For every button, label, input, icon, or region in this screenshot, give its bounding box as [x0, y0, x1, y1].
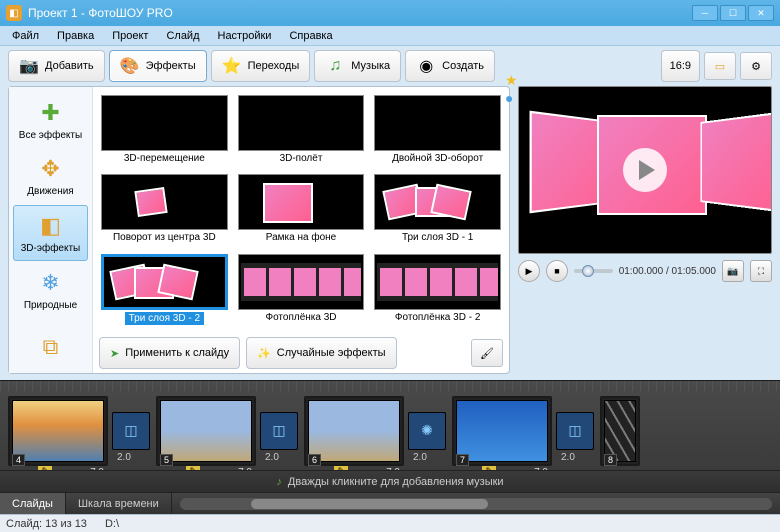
category-3d[interactable]: ◧3D-эффекты: [13, 205, 88, 261]
effect-item-selected[interactable]: Три слоя 3D - 2: [101, 254, 228, 331]
maximize-button[interactable]: ☐: [720, 5, 746, 21]
fullscreen-button[interactable]: ⛶: [750, 260, 772, 282]
globe-icon[interactable]: ●: [505, 90, 513, 106]
category-motion[interactable]: ✥Движения: [13, 149, 88, 203]
cube-icon: ◧: [37, 212, 65, 240]
slide-card[interactable]: 5✎7.0: [156, 396, 256, 466]
effect-item[interactable]: Фотоплёнка 3D: [238, 254, 365, 331]
status-slide: Слайд: 13 из 13: [6, 518, 87, 530]
app-icon: ◧: [6, 5, 22, 21]
tab-timescale[interactable]: Шкала времени: [66, 493, 172, 514]
slide-card[interactable]: 6✎7.0: [304, 396, 404, 466]
menu-help[interactable]: Справка: [281, 28, 340, 44]
effects-panel: ✚Все эффекты ✥Движения ◧3D-эффекты ❄Прир…: [8, 86, 510, 374]
play-button[interactable]: ▶: [518, 260, 540, 282]
seek-slider[interactable]: [574, 269, 613, 273]
category-collage[interactable]: ⧉: [13, 327, 88, 367]
effect-item[interactable]: Фотоплёнка 3D - 2: [374, 254, 501, 331]
category-nature[interactable]: ❄Природные: [13, 263, 88, 317]
statusbar: Слайд: 13 из 13 D:\: [0, 514, 780, 532]
music-note-icon: ♪: [276, 476, 282, 488]
edit-icon[interactable]: ✎: [38, 466, 52, 471]
slide-card[interactable]: 8: [600, 396, 640, 466]
check-icon: ➤: [110, 347, 119, 360]
sun-icon: ▭: [715, 60, 725, 73]
display-mode-button[interactable]: ▭: [704, 52, 736, 80]
close-button[interactable]: ✕: [748, 5, 774, 21]
gear-icon: ⚙: [751, 60, 761, 73]
play-overlay-icon: [623, 148, 667, 192]
snapshot-button[interactable]: 📷: [722, 260, 744, 282]
status-path: D:\: [105, 518, 119, 530]
camera-icon: 📷: [19, 56, 39, 76]
create-button[interactable]: ◉Создать: [405, 50, 495, 82]
category-all[interactable]: ✚Все эффекты: [13, 93, 88, 147]
timeline-track[interactable]: 4✎7.0 ◫2.0 5✎7.0 ◫2.0 6✎7.0 ✺2.0 7✎7.0 ◫…: [0, 391, 780, 470]
titlebar: ◧ Проект 1 - ФотоШОУ PRO ─ ☐ ✕: [0, 0, 780, 26]
slide-card[interactable]: 7✎7.0: [452, 396, 552, 466]
transition-card[interactable]: ◫2.0: [112, 412, 150, 450]
random-button[interactable]: ✨Случайные эффекты: [246, 337, 396, 369]
transition-card[interactable]: ◫2.0: [556, 412, 594, 450]
effects-tab[interactable]: 🎨Эффекты: [109, 50, 207, 82]
timeline: 4✎7.0 ◫2.0 5✎7.0 ◫2.0 6✎7.0 ✺2.0 7✎7.0 ◫…: [0, 380, 780, 514]
transition-card[interactable]: ✺2.0: [408, 412, 446, 450]
preview-panel: ▶ ■ 01:00.000 / 01:05.000 📷 ⛶: [518, 86, 772, 374]
timeline-ruler: [0, 381, 780, 391]
collage-icon: ⧉: [37, 333, 65, 361]
edit-icon[interactable]: ✎: [482, 466, 496, 471]
transition-card[interactable]: ◫2.0: [260, 412, 298, 450]
timecode: 01:00.000 / 01:05.000: [619, 266, 716, 277]
minimize-button[interactable]: ─: [692, 5, 718, 21]
effect-item[interactable]: Поворот из центра 3D: [101, 174, 228, 249]
puzzle-icon: ✚: [37, 99, 65, 127]
effects-grid: 3D-перемещение 3D-полёт Двойной 3D-оборо…: [99, 93, 503, 333]
slide-card[interactable]: 4✎7.0: [8, 396, 108, 466]
menu-project[interactable]: Проект: [104, 28, 156, 44]
effect-item[interactable]: Три слоя 3D - 1: [374, 174, 501, 249]
stop-button[interactable]: ■: [546, 260, 568, 282]
snowflake-icon: ❄: [37, 269, 65, 297]
brush-icon: 🖌: [480, 347, 494, 360]
menu-slide[interactable]: Слайд: [158, 28, 207, 44]
category-list: ✚Все эффекты ✥Движения ◧3D-эффекты ❄Прир…: [9, 87, 93, 373]
palette-icon: 🎨: [120, 56, 140, 76]
add-button[interactable]: 📷Добавить: [8, 50, 105, 82]
menu-settings[interactable]: Настройки: [210, 28, 280, 44]
menu-edit[interactable]: Правка: [49, 28, 102, 44]
edit-icon[interactable]: ✎: [186, 466, 200, 471]
wand-icon: ✨: [257, 347, 271, 360]
window-title: Проект 1 - ФотоШОУ PRO: [28, 6, 692, 20]
preview-viewport[interactable]: [518, 86, 772, 254]
timeline-scrollbar[interactable]: [180, 498, 772, 510]
tab-slides[interactable]: Слайды: [0, 493, 66, 514]
favorite-icon[interactable]: ★: [505, 72, 518, 89]
music-icon: ♫: [325, 56, 345, 76]
transitions-tab[interactable]: ⭐Переходы: [211, 50, 311, 82]
effect-item[interactable]: Двойной 3D-оборот: [374, 95, 501, 170]
effect-item[interactable]: 3D-полёт: [238, 95, 365, 170]
apply-button[interactable]: ➤Применить к слайду: [99, 337, 240, 369]
brush-button[interactable]: 🖌: [471, 339, 503, 367]
star-icon: ⭐: [222, 56, 242, 76]
edit-icon[interactable]: ✎: [334, 466, 348, 471]
effect-item[interactable]: Рамка на фоне: [238, 174, 365, 249]
effect-item[interactable]: 3D-перемещение: [101, 95, 228, 170]
disc-icon: ◉: [416, 56, 436, 76]
settings-button[interactable]: ⚙: [740, 52, 772, 80]
aspect-ratio-button[interactable]: 16:9: [661, 50, 700, 82]
arrows-icon: ✥: [37, 155, 65, 183]
menu-file[interactable]: Файл: [4, 28, 47, 44]
main-toolbar: 📷Добавить 🎨Эффекты ⭐Переходы ♫Музыка ◉Со…: [0, 46, 780, 86]
menubar: Файл Правка Проект Слайд Настройки Справ…: [0, 26, 780, 46]
music-track[interactable]: ♪Дважды кликните для добавления музыки: [0, 470, 780, 492]
music-tab[interactable]: ♫Музыка: [314, 50, 401, 82]
